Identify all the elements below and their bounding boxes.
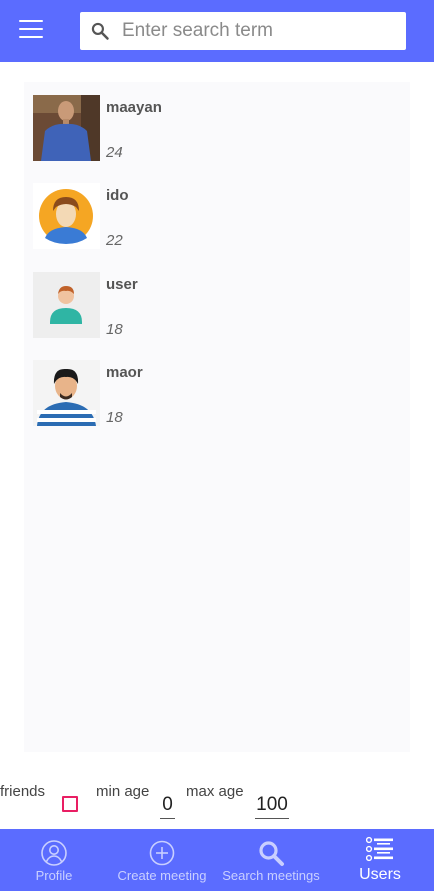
search-box[interactable]: [80, 12, 406, 50]
list-item-user[interactable]: maayan 24: [33, 95, 393, 163]
search-icon: [259, 841, 284, 866]
nav-label: Profile: [35, 868, 73, 883]
user-name: ido: [106, 187, 129, 204]
user-age: 22: [106, 232, 123, 249]
list-item-user[interactable]: maor 18: [33, 360, 393, 428]
avatar: [33, 95, 100, 161]
user-age: 24: [106, 144, 123, 161]
list-item-user[interactable]: user 18: [33, 272, 393, 340]
friends-label: friends: [0, 783, 46, 800]
menu-icon-line: [19, 20, 43, 22]
avatar: [33, 272, 100, 338]
search-icon: [91, 22, 109, 40]
min-age-label: min age: [96, 783, 150, 800]
menu-icon-line: [19, 36, 43, 38]
list-item-user[interactable]: ido 22: [33, 183, 393, 251]
avatar: [33, 183, 100, 249]
user-name: maayan: [106, 99, 162, 116]
list-icon: [366, 836, 393, 862]
user-age: 18: [106, 321, 123, 338]
nav-item-search-meetings[interactable]: Search meetings: [217, 829, 325, 891]
max-age-label: max age: [186, 783, 244, 800]
filter-bar: friends min age 0 max age 100: [0, 778, 434, 826]
app-bar: [0, 0, 434, 62]
nav-item-users[interactable]: Users: [326, 829, 434, 891]
min-age-input[interactable]: 0: [160, 792, 175, 819]
add-circle-icon: [149, 840, 175, 866]
nav-item-create-meeting[interactable]: Create meeting: [108, 829, 216, 891]
friends-checkbox[interactable]: [62, 796, 78, 812]
nav-label: Create meeting: [117, 868, 207, 883]
nav-label: Users: [359, 866, 401, 883]
user-name: maor: [106, 364, 143, 381]
menu-button[interactable]: [19, 20, 43, 42]
users-list: maayan 24 ido 22 user 18 maor 18: [24, 82, 410, 752]
avatar: [33, 360, 100, 426]
max-age-input[interactable]: 100: [255, 792, 289, 819]
menu-icon-line: [19, 28, 43, 30]
user-age: 18: [106, 409, 123, 426]
bottom-navigation: Profile Create meeting Search meetings U…: [0, 829, 434, 891]
nav-item-profile[interactable]: Profile: [0, 829, 108, 891]
person-circle-icon: [41, 840, 67, 866]
search-input[interactable]: [122, 12, 400, 50]
user-name: user: [106, 276, 138, 293]
nav-label: Search meetings: [222, 868, 320, 883]
